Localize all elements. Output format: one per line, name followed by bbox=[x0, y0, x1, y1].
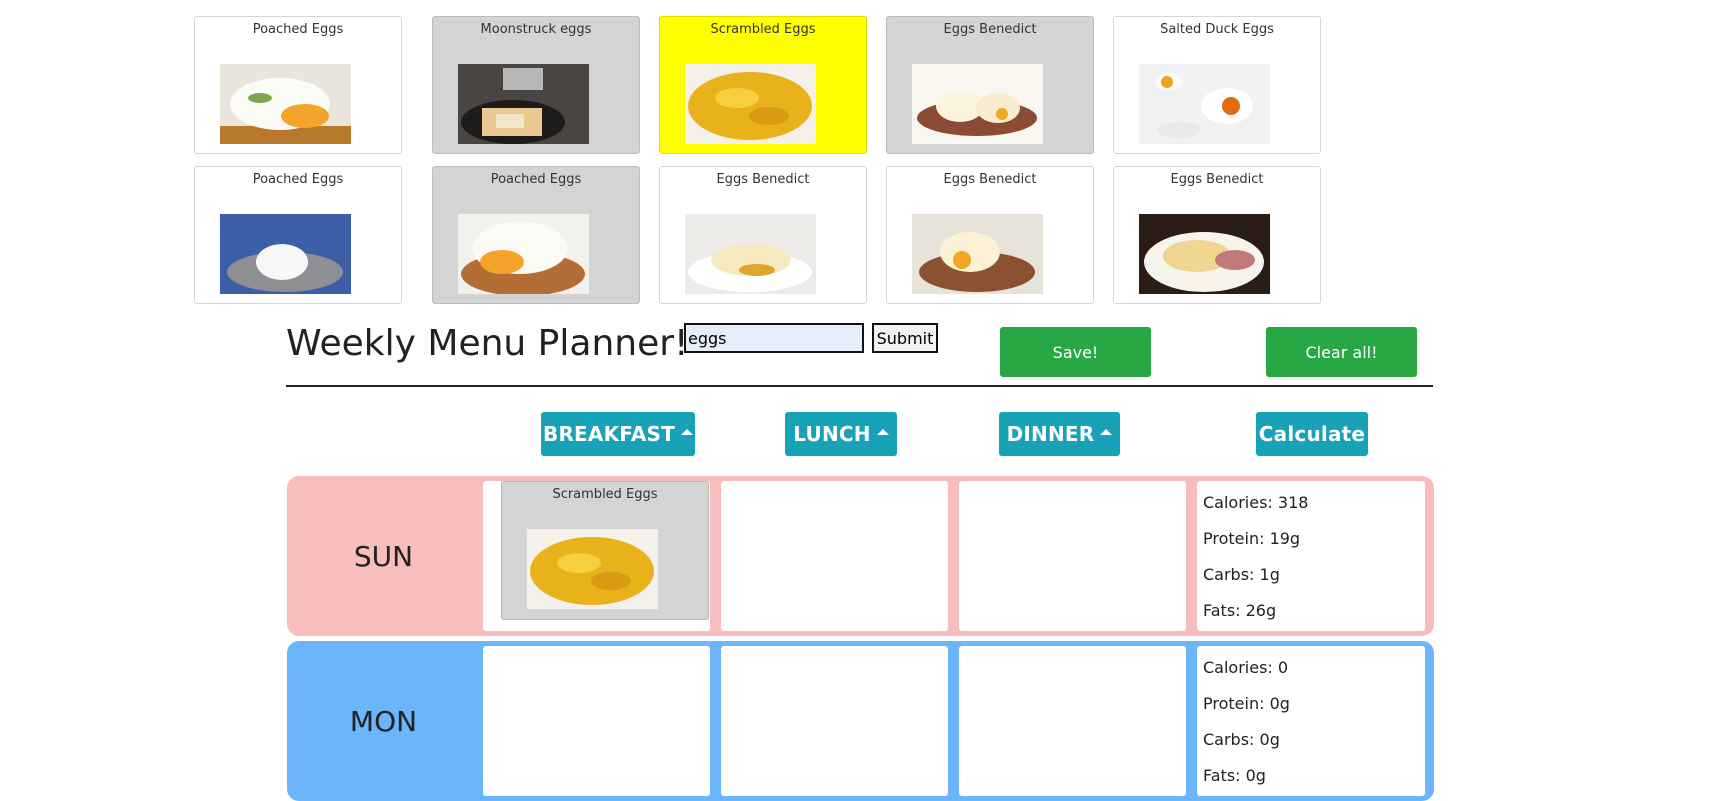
submit-button[interactable]: Submit bbox=[872, 323, 938, 353]
recipe-card-title: Eggs Benedict bbox=[1170, 172, 1264, 187]
recipe-card[interactable]: Scrambled Eggs bbox=[659, 16, 867, 154]
recipe-card-title: Scrambled Eggs bbox=[552, 487, 658, 502]
recipe-card-title: Salted Duck Eggs bbox=[1160, 22, 1274, 37]
poached-eggs-image bbox=[220, 64, 351, 144]
eggs-benedict-image bbox=[1139, 214, 1270, 294]
lunch-dropdown-button[interactable]: LUNCH bbox=[785, 412, 897, 456]
carbs-value: Carbs: 1g bbox=[1203, 565, 1280, 584]
breakfast-slot[interactable]: Scrambled Eggs bbox=[483, 481, 710, 631]
lunch-label: LUNCH bbox=[793, 422, 871, 446]
recipe-card[interactable]: Eggs Benedict bbox=[659, 166, 867, 304]
recipe-card[interactable]: Moonstruck eggs bbox=[432, 16, 640, 154]
fats-value: Fats: 26g bbox=[1203, 601, 1277, 620]
day-label: MON bbox=[349, 704, 418, 738]
nutrition-summary: Calories: 0 Protein: 0g Carbs: 0g Fats: … bbox=[1197, 646, 1425, 796]
fats-value: Fats: 0g bbox=[1203, 766, 1266, 785]
carbs-value: Carbs: 0g bbox=[1203, 730, 1280, 749]
placed-recipe-card[interactable]: Scrambled Eggs bbox=[501, 481, 709, 620]
save-button[interactable]: Save! bbox=[1000, 327, 1151, 377]
dinner-slot[interactable] bbox=[959, 646, 1186, 796]
dinner-slot[interactable] bbox=[959, 481, 1186, 631]
header-divider bbox=[286, 385, 1433, 387]
eggs-benedict-image bbox=[685, 214, 816, 294]
dinner-dropdown-button[interactable]: DINNER bbox=[999, 412, 1120, 456]
recipe-card[interactable]: Eggs Benedict bbox=[886, 16, 1094, 154]
recipe-card-title: Eggs Benedict bbox=[943, 22, 1037, 37]
dinner-label: DINNER bbox=[1006, 422, 1095, 446]
clear-all-button[interactable]: Clear all! bbox=[1266, 327, 1417, 377]
nutrition-summary: Calories: 318 Protein: 19g Carbs: 1g Fat… bbox=[1197, 481, 1425, 631]
scrambled-eggs-image bbox=[527, 529, 658, 609]
protein-value: Protein: 0g bbox=[1203, 694, 1290, 713]
poached-eggs-image bbox=[458, 214, 589, 294]
calculate-button[interactable]: Calculate bbox=[1256, 412, 1368, 456]
breakfast-label: BREAKFAST bbox=[543, 422, 675, 446]
breakfast-slot[interactable] bbox=[483, 646, 710, 796]
eggs-benedict-image bbox=[912, 64, 1043, 144]
recipe-card-title: Moonstruck eggs bbox=[480, 22, 592, 37]
moonstruck-eggs-image bbox=[458, 64, 589, 144]
caret-up-icon bbox=[876, 429, 889, 435]
recipe-card[interactable]: Poached Eggs bbox=[432, 166, 640, 304]
salted-duck-eggs-image bbox=[1139, 64, 1270, 144]
scrambled-eggs-image bbox=[685, 64, 816, 144]
recipe-card-title: Poached Eggs bbox=[252, 22, 344, 37]
caret-up-icon bbox=[680, 429, 693, 435]
recipe-card[interactable]: Eggs Benedict bbox=[886, 166, 1094, 304]
page-title: Weekly Menu Planner! bbox=[286, 323, 689, 364]
recipe-card-title: Scrambled Eggs bbox=[710, 22, 816, 37]
protein-value: Protein: 19g bbox=[1203, 529, 1301, 548]
day-label: SUN bbox=[353, 539, 414, 573]
day-row-sun: SUN Scrambled Eggs Calories: 318 Protein… bbox=[287, 476, 1434, 636]
search-input[interactable] bbox=[684, 323, 864, 353]
day-row-mon: MON Calories: 0 Protein: 0g Carbs: 0g Fa… bbox=[287, 641, 1434, 801]
recipe-card[interactable]: Poached Eggs bbox=[194, 16, 402, 154]
recipe-card-title: Eggs Benedict bbox=[943, 172, 1037, 187]
caret-up-icon bbox=[1100, 429, 1113, 435]
lunch-slot[interactable] bbox=[721, 481, 948, 631]
recipe-card[interactable]: Poached Eggs bbox=[194, 166, 402, 304]
breakfast-dropdown-button[interactable]: BREAKFAST bbox=[541, 412, 695, 456]
recipe-card[interactable]: Salted Duck Eggs bbox=[1113, 16, 1321, 154]
lunch-slot[interactable] bbox=[721, 646, 948, 796]
recipe-card-title: Poached Eggs bbox=[252, 172, 344, 187]
eggs-benedict-image bbox=[912, 214, 1043, 294]
calories-value: Calories: 318 bbox=[1203, 493, 1309, 512]
calories-value: Calories: 0 bbox=[1203, 658, 1289, 677]
poached-eggs-image bbox=[220, 214, 351, 294]
recipe-card-title: Poached Eggs bbox=[490, 172, 582, 187]
recipe-card-title: Eggs Benedict bbox=[716, 172, 810, 187]
recipe-card[interactable]: Eggs Benedict bbox=[1113, 166, 1321, 304]
